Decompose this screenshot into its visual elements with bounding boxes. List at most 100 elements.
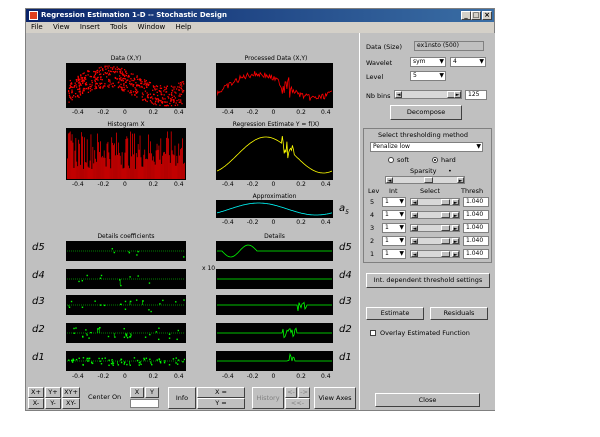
detail-coeff-plot[interactable]: [66, 269, 186, 289]
detail-coeff-plot[interactable]: [66, 323, 186, 343]
approximation-plot[interactable]: [216, 200, 333, 218]
wavelet-family-select[interactable]: sym ▼: [410, 57, 446, 67]
processed-plot-title: Processed Data (X,Y): [244, 55, 308, 62]
center-y-button[interactable]: Y: [145, 387, 159, 398]
arrow-right-icon: ►: [452, 238, 459, 245]
zoom-x-in-button[interactable]: X+: [28, 387, 44, 398]
processed-plot[interactable]: [216, 63, 333, 108]
arrow-left-icon: ◄: [386, 177, 393, 184]
x-tick-label: 0.4: [174, 109, 184, 116]
menu-help[interactable]: Help: [175, 23, 191, 31]
history-next-button[interactable]: ->: [298, 387, 310, 398]
nb-bins-field[interactable]: 125: [465, 90, 487, 100]
data-plot[interactable]: [66, 63, 186, 108]
menu-window[interactable]: Window: [138, 23, 166, 31]
zoom-xy-in-button[interactable]: XY+: [62, 387, 80, 398]
x-tick-label: 0.4: [321, 181, 331, 188]
zoom-xy-out-button[interactable]: XY-: [62, 398, 80, 409]
history-button[interactable]: History: [252, 387, 284, 409]
threshold-slider[interactable]: ◄ ►: [410, 224, 460, 232]
control-panel: Data (Size) ex1nsto (500) Wavelet sym ▼ 4…: [359, 33, 495, 410]
interval-select[interactable]: 1 ▼: [382, 249, 406, 259]
center-field[interactable]: [130, 399, 159, 408]
detail-level-label: d1: [339, 352, 352, 363]
menu-insert[interactable]: Insert: [80, 23, 100, 31]
menu-file[interactable]: File: [31, 23, 43, 31]
threshold-value-field[interactable]: 1.040: [463, 236, 489, 246]
threshold-method-select[interactable]: Penalize low ▼: [370, 142, 483, 152]
menu-view[interactable]: View: [53, 23, 70, 31]
int-dependent-threshold-button[interactable]: Int. dependent threshold settings: [366, 273, 490, 288]
residuals-button[interactable]: Residuals: [430, 307, 488, 320]
title-bar: Regression Estimation 1-D -- Stochastic …: [26, 9, 494, 22]
history-clear-button[interactable]: <<-: [285, 398, 310, 409]
level-select[interactable]: 5 ▼: [410, 71, 446, 81]
x-tick-label: 0.4: [174, 181, 184, 188]
x-tick-label: -0.4: [222, 181, 234, 188]
interval-select[interactable]: 1 ▼: [382, 223, 406, 233]
detail-coeff-level-label: d5: [32, 242, 45, 253]
detail-plot[interactable]: [216, 323, 333, 343]
soft-radio[interactable]: [388, 157, 394, 163]
threshold-slider[interactable]: ◄ ►: [410, 211, 460, 219]
overlay-label: Overlay Estimated Function: [380, 329, 470, 337]
history-prev-button[interactable]: <-: [285, 387, 297, 398]
threshold-slider[interactable]: ◄ ►: [410, 250, 460, 258]
x-tick-label: -0.4: [72, 181, 84, 188]
interval-select[interactable]: 1 ▼: [382, 197, 406, 207]
data-size-value: ex1nsto (500): [414, 41, 484, 51]
detail-coeff-plot[interactable]: [66, 351, 186, 371]
decompose-button[interactable]: Decompose: [390, 105, 462, 120]
select-header: Select: [420, 187, 441, 195]
hard-radio[interactable]: [432, 157, 438, 163]
view-axes-button[interactable]: View Axes: [314, 387, 356, 409]
overlay-checkbox[interactable]: [370, 330, 376, 336]
detail-plot[interactable]: [216, 295, 333, 315]
thresh-header: Thresh: [461, 187, 484, 195]
close-window-button[interactable]: ×: [482, 11, 492, 20]
zoom-x-out-button[interactable]: X-: [28, 398, 44, 409]
interval-select[interactable]: 1 ▼: [382, 210, 406, 220]
x-tick-label: -0.2: [246, 219, 259, 226]
threshold-slider[interactable]: ◄ ►: [410, 237, 460, 245]
threshold-slider[interactable]: ◄ ►: [410, 198, 460, 206]
x-tick-label: 0: [123, 109, 127, 116]
threshold-value-field[interactable]: 1.040: [463, 249, 489, 259]
arrow-right-icon: ►: [452, 225, 459, 232]
menu-tools[interactable]: Tools: [110, 23, 127, 31]
details-title: Details: [264, 233, 285, 240]
estimate-button[interactable]: Estimate: [366, 307, 424, 320]
x-tick-label: -0.4: [222, 373, 234, 380]
x-tick-label: -0.2: [97, 181, 110, 188]
detail-plot[interactable]: [216, 269, 333, 289]
regression-plot[interactable]: [216, 128, 333, 180]
arrow-right-icon: ►: [452, 251, 459, 258]
arrow-right-icon: ►: [452, 212, 459, 219]
x-tick-label: 0.2: [148, 373, 159, 380]
maximize-button[interactable]: □: [471, 11, 481, 20]
detail-plot[interactable]: [216, 351, 333, 371]
x-tick-label: -0.2: [246, 109, 259, 116]
detail-coeff-plot[interactable]: [66, 295, 186, 315]
threshold-title: Select thresholding method: [378, 131, 468, 139]
center-x-button[interactable]: X: [130, 387, 144, 398]
threshold-value-field[interactable]: 1.040: [463, 197, 489, 207]
close-button[interactable]: Close: [375, 393, 480, 407]
x-tick-label: -0.2: [246, 181, 259, 188]
interval-select[interactable]: 1 ▼: [382, 236, 406, 246]
chevron-down-icon: ▼: [439, 58, 444, 65]
threshold-value-field[interactable]: 1.040: [463, 223, 489, 233]
x-tick-label: 0.4: [321, 219, 331, 226]
threshold-value-field[interactable]: 1.040: [463, 210, 489, 220]
detail-plot[interactable]: [216, 241, 333, 261]
minimize-button[interactable]: _: [461, 11, 471, 20]
zoom-y-in-button[interactable]: Y+: [45, 387, 61, 398]
zoom-y-out-button[interactable]: Y-: [45, 398, 61, 409]
info-x-field: X =: [197, 387, 245, 398]
nb-bins-slider[interactable]: ◄ ►: [394, 90, 462, 99]
histogram-plot[interactable]: [66, 128, 186, 180]
wavelet-order-select[interactable]: 4 ▼: [450, 57, 486, 67]
sparsity-slider[interactable]: ◄ ►: [385, 176, 465, 184]
detail-coeff-plot[interactable]: [66, 241, 186, 261]
info-button[interactable]: Info: [168, 387, 196, 409]
